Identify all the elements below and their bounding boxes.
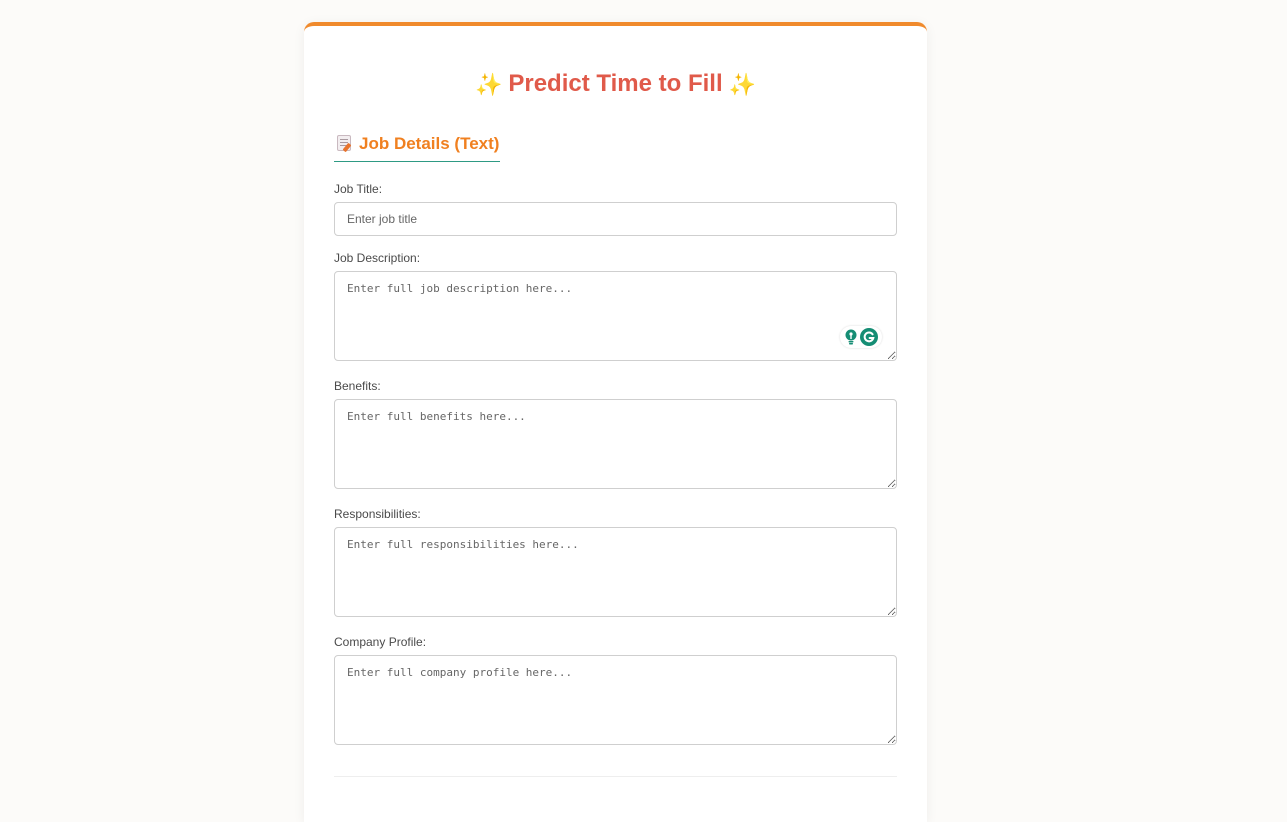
job-title-input[interactable] (334, 202, 897, 236)
section-heading-text: Job Details (Text) (359, 134, 500, 153)
section-divider (334, 776, 897, 777)
grammarly-icon[interactable] (860, 328, 878, 346)
job-description-label: Job Description: (334, 251, 421, 265)
page-title-text: Predict Time to Fill (508, 70, 723, 97)
sparkles-icon: ✨ (728, 72, 757, 97)
memo-icon (337, 135, 351, 151)
benefits-textarea[interactable] (334, 399, 897, 489)
company-profile-label: Company Profile: (334, 635, 427, 649)
page-title: ✨ Predict Time to Fill ✨ (304, 70, 927, 98)
section-heading: Job Details (Text) (334, 134, 501, 162)
lightbulb-icon[interactable] (844, 329, 858, 345)
job-title-label: Job Title: (334, 182, 383, 196)
company-profile-textarea[interactable] (334, 655, 897, 745)
sparkles-icon: ✨ (474, 72, 503, 97)
job-description-textarea[interactable] (334, 271, 897, 361)
form-card: ✨ Predict Time to Fill ✨ Job Details (Text… (304, 22, 927, 822)
grammar-assistant-widget[interactable] (840, 326, 882, 348)
responsibilities-label: Responsibilities: (334, 507, 421, 521)
benefits-label: Benefits: (334, 379, 381, 393)
responsibilities-textarea[interactable] (334, 527, 897, 617)
